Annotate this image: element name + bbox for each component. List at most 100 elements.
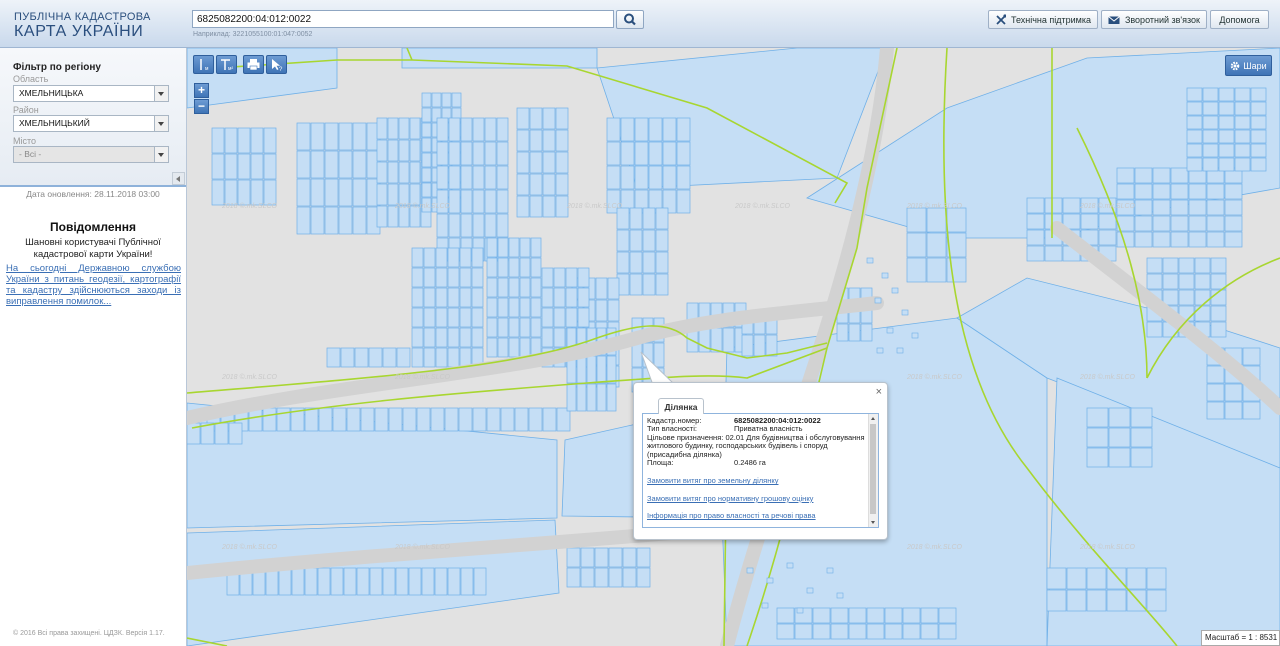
map-parcel[interactable] (1188, 231, 1207, 248)
map-parcel[interactable] (596, 383, 607, 412)
map-parcel[interactable] (866, 623, 885, 640)
map-parcel[interactable] (542, 173, 556, 196)
feedback-button[interactable]: Зворотний зв'язок (1101, 10, 1207, 29)
map-parcel[interactable] (529, 173, 543, 196)
map-parcel[interactable] (606, 355, 617, 384)
map-parcel[interactable] (296, 178, 311, 207)
map-parcel[interactable] (1218, 101, 1235, 116)
map-parcel[interactable] (250, 179, 264, 206)
map-parcel[interactable] (352, 122, 367, 151)
map-parcel[interactable] (508, 317, 520, 338)
map-parcel[interactable] (411, 307, 424, 328)
map-parcel[interactable] (1130, 407, 1153, 428)
map-parcel[interactable] (1170, 183, 1189, 200)
map-parcel[interactable] (398, 161, 410, 184)
map-parcel[interactable] (1224, 199, 1243, 216)
map-parcel[interactable] (237, 179, 251, 206)
map-parcel[interactable] (224, 179, 238, 206)
map-parcel[interactable] (576, 355, 587, 384)
map-parcel[interactable] (1106, 567, 1127, 590)
map-parcel[interactable] (555, 107, 569, 130)
map-parcel[interactable] (486, 317, 498, 338)
map-parcel[interactable] (629, 229, 643, 252)
map-parcel[interactable] (398, 183, 410, 206)
map-parcel[interactable] (576, 383, 587, 412)
map-parcel[interactable] (1250, 129, 1267, 144)
map-parcel[interactable] (1116, 167, 1135, 184)
map-parcel[interactable] (902, 607, 921, 624)
map-parcel[interactable] (541, 267, 554, 288)
map-parcel[interactable] (296, 150, 311, 179)
zoom-out-button[interactable]: − (194, 99, 209, 114)
map-parcel[interactable] (616, 207, 630, 230)
map-parcel[interactable] (356, 567, 370, 596)
map-parcel[interactable] (555, 129, 569, 152)
order-valuation-extract-link[interactable]: Замовити витяг про нормативну грошову оц… (647, 494, 869, 503)
map-parcel[interactable] (1202, 143, 1219, 158)
map-parcel[interactable] (636, 547, 651, 568)
map-parcel[interactable] (566, 547, 581, 568)
map-parcel[interactable] (577, 307, 590, 328)
map-parcel[interactable] (1170, 199, 1189, 216)
map-parcel[interactable] (1178, 273, 1195, 290)
map-parcel[interactable] (606, 117, 621, 142)
map-parcel[interactable] (318, 407, 333, 432)
map-parcel[interactable] (473, 567, 487, 596)
map-parcel[interactable] (1202, 157, 1219, 172)
tech-support-button[interactable]: Технічна підтримка (988, 10, 1098, 29)
map-parcel[interactable] (447, 267, 460, 288)
map-parcel[interactable] (435, 347, 448, 368)
map-parcel[interactable] (459, 287, 472, 308)
map-parcel[interactable] (516, 129, 530, 152)
map-parcel[interactable] (448, 117, 461, 142)
map-parcel[interactable] (606, 383, 617, 412)
map-parcel[interactable] (812, 607, 831, 624)
map-parcel[interactable] (382, 567, 396, 596)
raion-select[interactable]: ХМЕЛЬНИЦЬКИЙ (13, 115, 169, 132)
map-parcel[interactable] (553, 267, 566, 288)
map-parcel[interactable] (436, 213, 449, 238)
map-parcel[interactable] (458, 407, 473, 432)
map-parcel[interactable] (1146, 321, 1163, 338)
map-parcel[interactable] (447, 567, 461, 596)
map-parcel[interactable] (1126, 567, 1147, 590)
map-parcel[interactable] (430, 407, 445, 432)
map-parcel[interactable] (1152, 167, 1171, 184)
map-parcel[interactable] (496, 141, 509, 166)
map-parcel[interactable] (1224, 215, 1243, 232)
map-parcel[interactable] (1194, 289, 1211, 306)
map-parcel[interactable] (508, 277, 520, 298)
map-parcel[interactable] (642, 229, 656, 252)
map-parcel[interactable] (1152, 183, 1171, 200)
map-parcel[interactable] (529, 195, 543, 218)
map-parcel[interactable] (338, 150, 353, 179)
map-parcel[interactable] (1134, 183, 1153, 200)
map-parcel[interactable] (776, 607, 795, 624)
map-parcel[interactable] (1250, 115, 1267, 130)
map-parcel[interactable] (565, 287, 578, 308)
map-parcel[interactable] (1206, 183, 1225, 200)
map-parcel[interactable] (542, 129, 556, 152)
help-button[interactable]: Допомога (1210, 10, 1269, 29)
map-parcel[interactable] (722, 327, 735, 353)
map-parcel[interactable] (920, 607, 939, 624)
map-parcel[interactable] (529, 129, 543, 152)
map-parcel[interactable] (1108, 447, 1131, 468)
popup-scrollbar[interactable] (868, 414, 878, 527)
map-parcel[interactable] (1134, 167, 1153, 184)
cadastral-map[interactable]: 2018 ©.mk.SLCO 2018 ©.mk.SLCO 2018 ©.mk.… (187, 48, 1280, 646)
map-parcel[interactable] (398, 139, 410, 162)
map-parcel[interactable] (655, 229, 669, 252)
map-parcel[interactable] (848, 323, 861, 342)
map-parcel[interactable] (1130, 427, 1153, 448)
map-parcel[interactable] (1218, 157, 1235, 172)
map-parcel[interactable] (776, 623, 795, 640)
map-parcel[interactable] (620, 141, 635, 166)
map-parcel[interactable] (1188, 183, 1207, 200)
map-parcel[interactable] (629, 273, 643, 296)
map-parcel[interactable] (423, 347, 436, 368)
map-parcel[interactable] (310, 206, 325, 235)
map-parcel[interactable] (1116, 183, 1135, 200)
map-parcel[interactable] (606, 141, 621, 166)
map-parcel[interactable] (926, 257, 947, 283)
